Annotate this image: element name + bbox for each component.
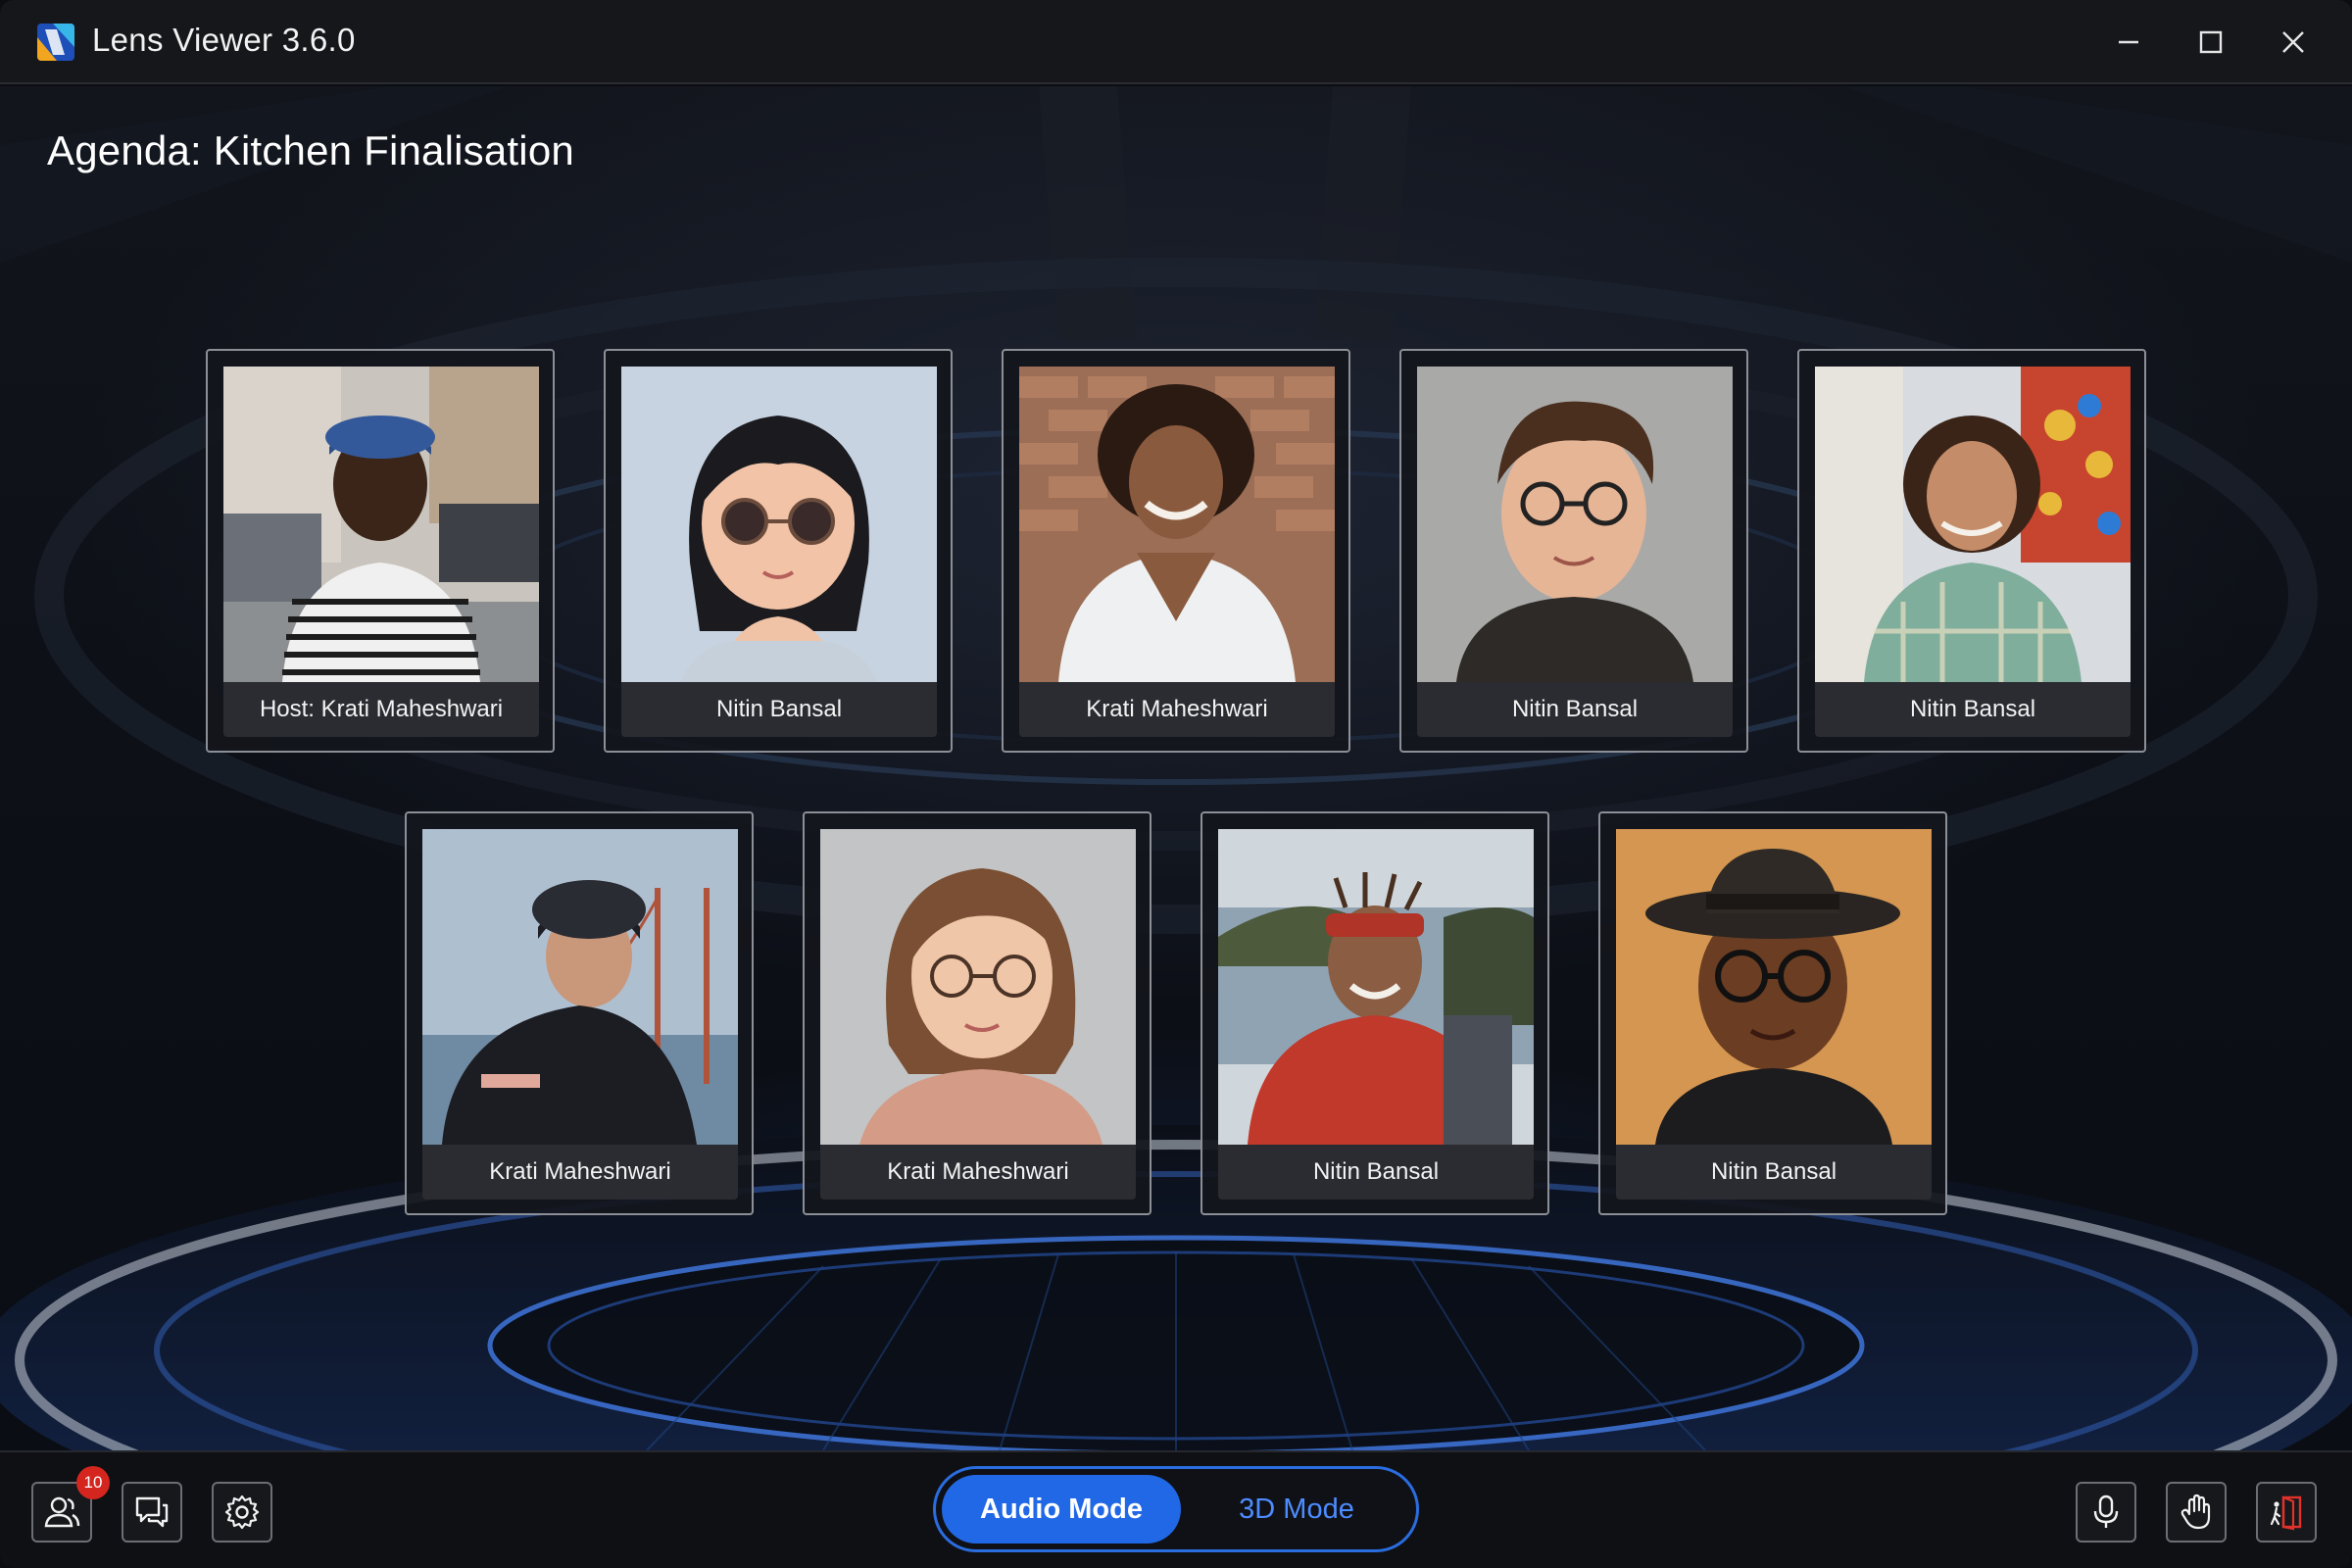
participant-tile[interactable]: Krati Maheshwari <box>803 811 1152 1215</box>
app-window: Lens Viewer 3.6.0 Agenda: Kitchen Finali… <box>0 0 2352 1568</box>
close-button[interactable] <box>2264 18 2323 67</box>
participant-name: Nitin Bansal <box>1616 1145 1932 1200</box>
leave-meeting-icon <box>2270 1495 2302 1531</box>
participant-name: Krati Maheshwari <box>820 1145 1136 1200</box>
participants-icon <box>44 1496 80 1528</box>
maximize-icon <box>2199 30 2223 54</box>
settings-button[interactable] <box>212 1482 272 1543</box>
participant-name: Nitin Bansal <box>1417 682 1733 737</box>
gear-icon <box>224 1494 260 1530</box>
chat-icon <box>135 1496 169 1528</box>
participant-name: Host: Krati Maheshwari <box>223 682 539 737</box>
bottom-toolbar: 10 Audio Mode 3D Mode <box>0 1450 2352 1568</box>
participant-name: Krati Maheshwari <box>1019 682 1335 737</box>
3d-mode-button[interactable]: 3D Mode <box>1181 1475 1412 1544</box>
window-title: Lens Viewer 3.6.0 <box>92 22 356 58</box>
audio-mode-button[interactable]: Audio Mode <box>942 1475 1181 1544</box>
participant-tile[interactable]: Nitin Bansal <box>1797 349 2146 753</box>
participant-avatar <box>223 367 539 682</box>
participant-tile[interactable]: Host: Krati Maheshwari <box>206 349 555 753</box>
raise-hand-button[interactable] <box>2166 1482 2227 1543</box>
participant-tile[interactable]: Nitin Bansal <box>1399 349 1748 753</box>
microphone-button[interactable] <box>2076 1482 2136 1543</box>
participant-avatar <box>1815 367 2131 682</box>
participant-avatar <box>1019 367 1335 682</box>
minimize-icon <box>2119 40 2138 44</box>
participant-avatar <box>1417 367 1733 682</box>
participant-tile[interactable]: Krati Maheshwari <box>405 811 754 1215</box>
participant-avatar <box>820 829 1136 1145</box>
participant-name: Nitin Bansal <box>1815 682 2131 737</box>
participant-avatar <box>1218 829 1534 1145</box>
participant-tile[interactable]: Krati Maheshwari <box>1002 349 1350 753</box>
minimize-button[interactable] <box>2099 18 2158 67</box>
participant-avatar <box>1616 829 1932 1145</box>
participant-avatar <box>422 829 738 1145</box>
chat-button[interactable] <box>122 1482 182 1543</box>
microphone-icon <box>2093 1494 2119 1528</box>
title-bar: Lens Viewer 3.6.0 <box>0 0 2352 84</box>
virtual-room-background <box>0 86 2352 1450</box>
meeting-agenda-title: Agenda: Kitchen Finalisation <box>47 127 574 173</box>
maximize-button[interactable] <box>2181 18 2240 67</box>
mode-toggle: Audio Mode 3D Mode <box>933 1466 1419 1552</box>
participant-name: Krati Maheshwari <box>422 1145 738 1200</box>
participant-name: Nitin Bansal <box>1218 1145 1534 1200</box>
lens-viewer-logo-icon <box>37 24 74 61</box>
participant-name: Nitin Bansal <box>621 682 937 737</box>
participant-tile[interactable]: Nitin Bansal <box>604 349 953 753</box>
participant-tile[interactable]: Nitin Bansal <box>1200 811 1549 1215</box>
close-icon <box>2282 31 2304 53</box>
leave-meeting-button[interactable] <box>2256 1482 2317 1543</box>
raise-hand-icon <box>2180 1494 2211 1530</box>
participant-tile[interactable]: Nitin Bansal <box>1598 811 1947 1215</box>
participant-avatar <box>621 367 937 682</box>
meeting-stage: Agenda: Kitchen Finalisation Host: Krati… <box>0 86 2352 1450</box>
participants-count-badge: 10 <box>76 1466 110 1499</box>
